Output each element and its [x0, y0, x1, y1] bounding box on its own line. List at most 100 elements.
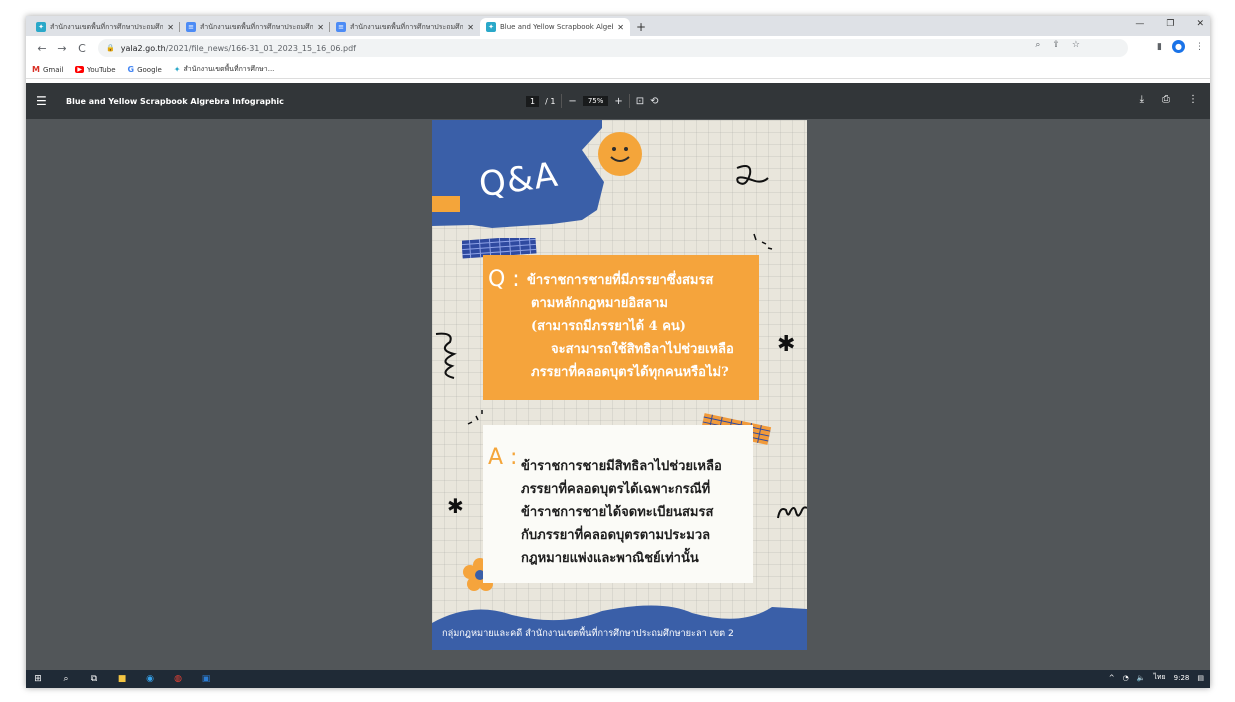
address-bar[interactable]: 🔒 yala2.go.th /2021/file_news/166-31_01_… [98, 39, 1128, 57]
zoom-level-input[interactable]: 75% [582, 96, 609, 106]
question-line: ตามหลักกฎหมายอิสลาม [531, 296, 668, 311]
page-total: / 1 [545, 96, 556, 106]
windows-start-icon[interactable]: ⊞ [32, 673, 44, 685]
notifications-icon[interactable]: ▤ [1197, 674, 1204, 682]
language-indicator[interactable]: ไทย [1153, 672, 1165, 683]
pdf-actions: ⤓ ⎙ ⋮ [1140, 94, 1198, 105]
page-controls: 1 / 1 − 75% + ⊡ ⟲ [526, 94, 659, 108]
print-icon[interactable]: ⎙ [1162, 94, 1170, 105]
site-favicon-icon: ✦ [173, 65, 181, 74]
zoom-out-icon[interactable]: − [568, 96, 576, 107]
close-tab-icon[interactable]: ✕ [167, 23, 174, 32]
answer-line: ภรรยาที่คลอดบุตรได้เฉพาะกรณีที่ [521, 482, 711, 497]
tab-title: สำนักงานเขตพื้นที่การศึกษาประถมศึกษายะลา… [200, 22, 314, 31]
answer-line: ข้าราชการชายได้จดทะเบียนสมรส [521, 505, 714, 520]
close-tab-icon[interactable]: ✕ [467, 23, 474, 32]
bookmark-gmail[interactable]: M Gmail [32, 65, 63, 74]
minimize-icon[interactable]: — [1135, 19, 1144, 29]
pdf-more-icon[interactable]: ⋮ [1188, 94, 1198, 105]
question-line: ภรรยาที่คลอดบุตรได้ทุกคนหรือไม่? [531, 365, 729, 380]
tab-4-active[interactable]: ✦ Blue and Yellow Scrapbook Algebra ✕ [480, 18, 630, 36]
os-taskbar: ⊞ ⌕ ⧉ ■ ◉ ◍ ▣ ^ ◔ 🔈 ไทย 9:28 ▤ [26, 670, 1210, 688]
youtube-icon: ▶ [75, 66, 85, 73]
bookmark-label: Gmail [42, 65, 64, 74]
clock[interactable]: 9:28 [1174, 674, 1190, 682]
lock-icon[interactable]: 🔒 [106, 44, 115, 52]
question-line: จะสามารถใช้สิทธิลาไปช่วยเหลือ [551, 342, 734, 357]
bookmark-youtube[interactable]: ▶ YouTube [75, 65, 116, 74]
bookmark-office[interactable]: ✦ สำนักงานเขตพื้นที่การศึกษา... [174, 64, 275, 75]
answer-line: กับภรรยาที่คลอดบุตรตามประมวล [521, 528, 711, 543]
answer-box: A : ข้าราชการชายมีสิทธิลาไปช่วยเหลือ ภรร… [483, 425, 753, 583]
tray-arrow-icon[interactable]: ^ [1109, 674, 1115, 682]
document-favicon-icon: ≡ [186, 22, 196, 32]
sparkle-lines-icon [753, 233, 773, 250]
pdf-page: Q&A ✱ ✱ Q: ข้าราชการชายที่มีภรรยาซึ่งสม… [432, 120, 807, 650]
side-panel-icon[interactable]: ▮ [1157, 42, 1162, 52]
wave-doodle-icon [777, 506, 807, 519]
download-icon[interactable]: ⤓ [1140, 94, 1144, 105]
task-view-icon[interactable]: ⧉ [88, 673, 100, 685]
word-icon[interactable]: ▣ [200, 673, 212, 685]
more-menu-icon[interactable]: ⋮ [1195, 42, 1204, 52]
asterisk-doodle-icon: ✱ [777, 332, 796, 357]
share-icon[interactable]: ⇪ [1052, 40, 1060, 50]
omnibox-actions: ⌕ ⇪ ☆ [1035, 40, 1080, 50]
bookmark-label: YouTube [87, 65, 116, 74]
gmail-icon: M [32, 65, 40, 74]
network-icon[interactable]: ◔ [1123, 674, 1129, 682]
system-tray: ^ ◔ 🔈 ไทย 9:28 ▤ [1109, 672, 1204, 683]
close-tab-icon[interactable]: ✕ [317, 23, 324, 32]
close-tab-icon[interactable]: ✕ [617, 23, 624, 32]
zoom-icon[interactable]: ⌕ [1035, 40, 1040, 50]
bookmarks-bar: M Gmail ▶ YouTube G Google ✦ สำนักงานเขต… [26, 61, 1210, 79]
chrome-icon[interactable]: ◍ [172, 673, 184, 685]
new-tab-button[interactable]: + [636, 18, 646, 36]
url-host: yala2.go.th [120, 43, 166, 53]
tab-1[interactable]: ✦ สำนักงานเขตพื้นที่การศึกษาประถมศึกษายะ… [30, 18, 180, 36]
pdf-toolbar: ☰ Blue and Yellow Scrapbook Algrebra Inf… [26, 83, 1210, 119]
orange-paper-scrap [432, 196, 460, 212]
profile-avatar[interactable]: ● [1172, 40, 1185, 53]
tab-2[interactable]: ≡ สำนักงานเขตพื้นที่การศึกษาประถมศึกษายะ… [180, 18, 330, 36]
coil-doodle-icon [435, 332, 457, 379]
tab-title: สำนักงานเขตพื้นที่การศึกษาประถมศึกษายะลา… [50, 22, 164, 31]
bookmark-label: Google [137, 65, 162, 74]
footer-text: กลุ่มกฎหมายและคดี สำนักงานเขตพื้นที่การศ… [442, 628, 734, 639]
google-icon: G [127, 65, 135, 74]
back-icon[interactable]: ← [32, 42, 52, 55]
fit-page-icon[interactable]: ⊡ [636, 96, 644, 107]
squiggle-doodle-icon [736, 165, 769, 185]
forward-icon[interactable]: → [52, 42, 72, 55]
question-line: (สามารถมีภรรยาได้ 4 คน) [531, 319, 686, 334]
question-box: Q : ข้าราชการชายที่มีภรรยาซึ่งสมรส ตามหล… [483, 255, 759, 400]
answer-text: ข้าราชการชายมีสิทธิลาไปช่วยเหลือ ภรรยาที… [521, 455, 749, 570]
pdf-title: Blue and Yellow Scrapbook Algrebra Infog… [66, 96, 284, 106]
bookmark-star-icon[interactable]: ☆ [1072, 40, 1080, 50]
tab-title: สำนักงานเขตพื้นที่การศึกษาประถมศึกษายะลา… [350, 22, 464, 31]
browser-window: ✦ สำนักงานเขตพื้นที่การศึกษาประถมศึกษายะ… [26, 16, 1210, 688]
answer-label: A : [488, 445, 518, 470]
restore-icon[interactable]: ❐ [1166, 19, 1174, 29]
close-window-icon[interactable]: ✕ [1196, 19, 1204, 29]
rotate-icon[interactable]: ⟲ [650, 96, 658, 107]
asterisk-doodle-icon: ✱ [447, 494, 464, 518]
bookmark-label: สำนักงานเขตพื้นที่การศึกษา... [183, 65, 275, 73]
edge-icon[interactable]: ◉ [144, 673, 156, 685]
file-explorer-icon[interactable]: ■ [116, 673, 128, 685]
page-number-input[interactable]: 1 [526, 95, 540, 107]
url-path: /2021/file_news/166-31_01_2023_15_16_06.… [165, 43, 356, 53]
answer-line: ข้าราชการชายมีสิทธิลาไปช่วยเหลือ [521, 459, 722, 474]
tab-3[interactable]: ≡ สำนักงานเขตพื้นที่การศึกษาประถมศึกษายะ… [330, 18, 480, 36]
browser-toolbar: ← → C 🔒 yala2.go.th /2021/file_news/166-… [26, 36, 1210, 60]
document-favicon-icon: ≡ [336, 22, 346, 32]
hamburger-menu-icon[interactable]: ☰ [36, 94, 54, 108]
answer-line: กฎหมายแพ่งและพาณิชย์เท่านั้น [521, 551, 699, 566]
bookmark-google[interactable]: G Google [128, 65, 162, 74]
search-icon[interactable]: ⌕ [60, 673, 72, 685]
window-controls: — ❐ ✕ [1135, 19, 1204, 29]
zoom-in-icon[interactable]: + [614, 96, 622, 107]
question-line: ข้าราชการชายที่มีภรรยาซึ่งสมรส [527, 273, 714, 288]
volume-icon[interactable]: 🔈 [1137, 674, 1146, 682]
reload-icon[interactable]: C [72, 42, 92, 55]
